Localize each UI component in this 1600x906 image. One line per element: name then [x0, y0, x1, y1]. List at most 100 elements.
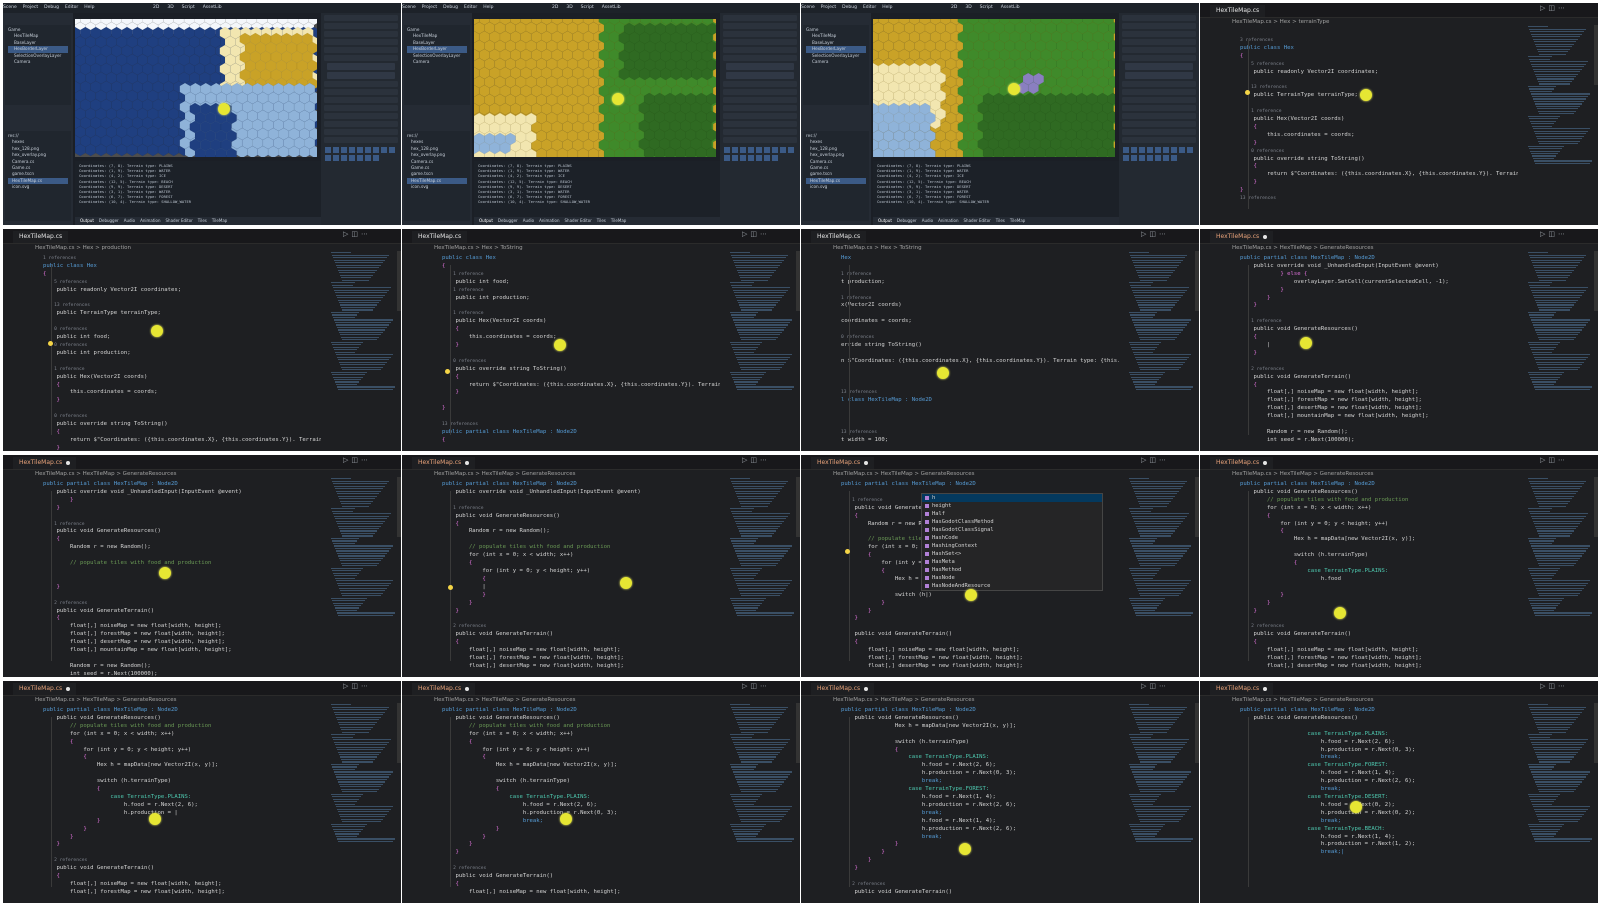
- minimap[interactable]: [1129, 251, 1193, 445]
- tile-swatch[interactable]: [1147, 147, 1153, 153]
- minimap[interactable]: [1528, 251, 1592, 445]
- tile-swatch[interactable]: [740, 147, 746, 153]
- scrollbar[interactable]: [397, 251, 401, 311]
- split-editor-icon[interactable]: ◫: [1548, 230, 1558, 238]
- tile-swatch[interactable]: [357, 147, 363, 153]
- tile-swatch[interactable]: [748, 155, 754, 161]
- inspector-row[interactable]: [723, 15, 797, 21]
- lightbulb-icon[interactable]: [448, 585, 453, 590]
- minimap[interactable]: [1528, 703, 1592, 897]
- split-editor-icon[interactable]: ◫: [1149, 230, 1159, 238]
- workspace-tab[interactable]: Script: [980, 5, 993, 10]
- menu-item[interactable]: Scene: [801, 5, 815, 10]
- tile-swatch[interactable]: [341, 147, 347, 153]
- code-area[interactable]: public partial class HexTileMap : Node2D…: [43, 707, 321, 903]
- tile-swatch[interactable]: [772, 155, 778, 161]
- game-viewport[interactable]: [474, 19, 716, 157]
- bottom-tab[interactable]: Audio: [124, 218, 135, 223]
- tile-swatch[interactable]: [389, 147, 395, 153]
- minimap[interactable]: [730, 477, 794, 671]
- bottom-tab[interactable]: Tiles: [198, 218, 207, 223]
- inspector-row[interactable]: [324, 23, 398, 29]
- more-icon[interactable]: ⋯: [361, 230, 371, 238]
- suggestion-item[interactable]: HashSet<>: [922, 550, 1102, 558]
- inspector-row[interactable]: [723, 39, 797, 45]
- inspector-row[interactable]: [723, 137, 797, 143]
- workspace-tab[interactable]: AssetLib: [1001, 5, 1020, 10]
- tile-swatch[interactable]: [341, 155, 347, 161]
- suggestion-item[interactable]: height: [922, 502, 1102, 510]
- inspector-row[interactable]: [1122, 121, 1196, 127]
- scrollbar[interactable]: [796, 477, 800, 537]
- code-area[interactable]: public class Hex{ 1 reference public int…: [442, 255, 720, 451]
- suggestion-item[interactable]: HashingContext: [922, 542, 1102, 550]
- minimap[interactable]: [331, 477, 395, 671]
- more-icon[interactable]: ⋯: [1558, 456, 1568, 464]
- menu-item[interactable]: Debug: [44, 5, 59, 10]
- menu-item[interactable]: Project: [23, 5, 38, 10]
- scrollbar[interactable]: [1594, 25, 1598, 85]
- split-editor-icon[interactable]: ◫: [1149, 456, 1159, 464]
- bottom-tab[interactable]: TileMap: [212, 218, 227, 223]
- file-tab[interactable]: HexTileMap.cs: [1210, 683, 1274, 695]
- menu-item[interactable]: Scene: [3, 5, 17, 10]
- tile-swatch[interactable]: [788, 147, 794, 153]
- inspector-row[interactable]: [324, 39, 398, 45]
- tile-swatch[interactable]: [1171, 147, 1177, 153]
- inspector-button[interactable]: [327, 63, 395, 70]
- inspector-row[interactable]: [723, 31, 797, 37]
- file-tab[interactable]: HexTileMap.cs: [412, 683, 476, 695]
- tile-swatch[interactable]: [1187, 147, 1193, 153]
- menu-item[interactable]: Scene: [402, 5, 416, 10]
- split-editor-icon[interactable]: ◫: [351, 230, 361, 238]
- minimap[interactable]: [331, 251, 395, 445]
- menu-item[interactable]: Editor: [863, 5, 876, 10]
- inspector-row[interactable]: [324, 113, 398, 119]
- inspector-row[interactable]: [723, 81, 797, 87]
- minimap[interactable]: [1129, 477, 1193, 671]
- suggestion-item[interactable]: HasGodotClassMethod: [922, 518, 1102, 526]
- workspace-tab[interactable]: AssetLib: [203, 5, 222, 10]
- menu-item[interactable]: Help: [483, 5, 493, 10]
- bottom-tab[interactable]: Debugger: [897, 218, 917, 223]
- suggestion-item[interactable]: HasGodotClassSignal: [922, 526, 1102, 534]
- scrollbar[interactable]: [796, 703, 800, 763]
- menu-item[interactable]: Debug: [443, 5, 458, 10]
- inspector-row[interactable]: [1122, 15, 1196, 21]
- inspector-row[interactable]: [1122, 105, 1196, 111]
- tile-swatch[interactable]: [732, 155, 738, 161]
- suggestion-item[interactable]: Half: [922, 510, 1102, 518]
- inspector-row[interactable]: [723, 89, 797, 95]
- file-tab[interactable]: HexTileMap.cs: [13, 231, 69, 243]
- file-item[interactable]: icon.svg: [8, 184, 68, 190]
- scrollbar[interactable]: [1195, 703, 1199, 763]
- split-editor-icon[interactable]: ◫: [351, 682, 361, 690]
- more-icon[interactable]: ⋯: [1159, 230, 1169, 238]
- tile-swatch[interactable]: [357, 155, 363, 161]
- inspector-row[interactable]: [324, 89, 398, 95]
- tile-swatch[interactable]: [1163, 147, 1169, 153]
- bottom-tab[interactable]: Animation: [140, 218, 160, 223]
- inspector-row[interactable]: [1122, 89, 1196, 95]
- code-area[interactable]: public partial class HexTileMap : Node2D…: [1240, 707, 1518, 903]
- scrollbar[interactable]: [397, 477, 401, 537]
- tile-swatch[interactable]: [1139, 155, 1145, 161]
- tile-swatch[interactable]: [333, 155, 339, 161]
- bottom-tab[interactable]: TileMap: [1010, 218, 1025, 223]
- inspector-row[interactable]: [1122, 23, 1196, 29]
- inspector-button[interactable]: [327, 72, 395, 79]
- tile-swatch[interactable]: [349, 147, 355, 153]
- code-area[interactable]: Hex 1 reference t production; 1 reference…: [841, 255, 1119, 451]
- menu-item[interactable]: Debug: [842, 5, 857, 10]
- inspector-row[interactable]: [324, 137, 398, 143]
- hex-map[interactable]: [873, 19, 1115, 157]
- split-editor-icon[interactable]: ◫: [750, 456, 760, 464]
- file-tab[interactable]: HexTileMap.cs: [1210, 457, 1274, 469]
- inspector-row[interactable]: [324, 97, 398, 103]
- tile-swatch[interactable]: [373, 155, 379, 161]
- tile-swatch[interactable]: [1163, 155, 1169, 161]
- minimap[interactable]: [730, 703, 794, 897]
- bottom-tab[interactable]: Output: [80, 218, 94, 223]
- split-editor-icon[interactable]: ◫: [1548, 456, 1558, 464]
- tile-swatch[interactable]: [732, 147, 738, 153]
